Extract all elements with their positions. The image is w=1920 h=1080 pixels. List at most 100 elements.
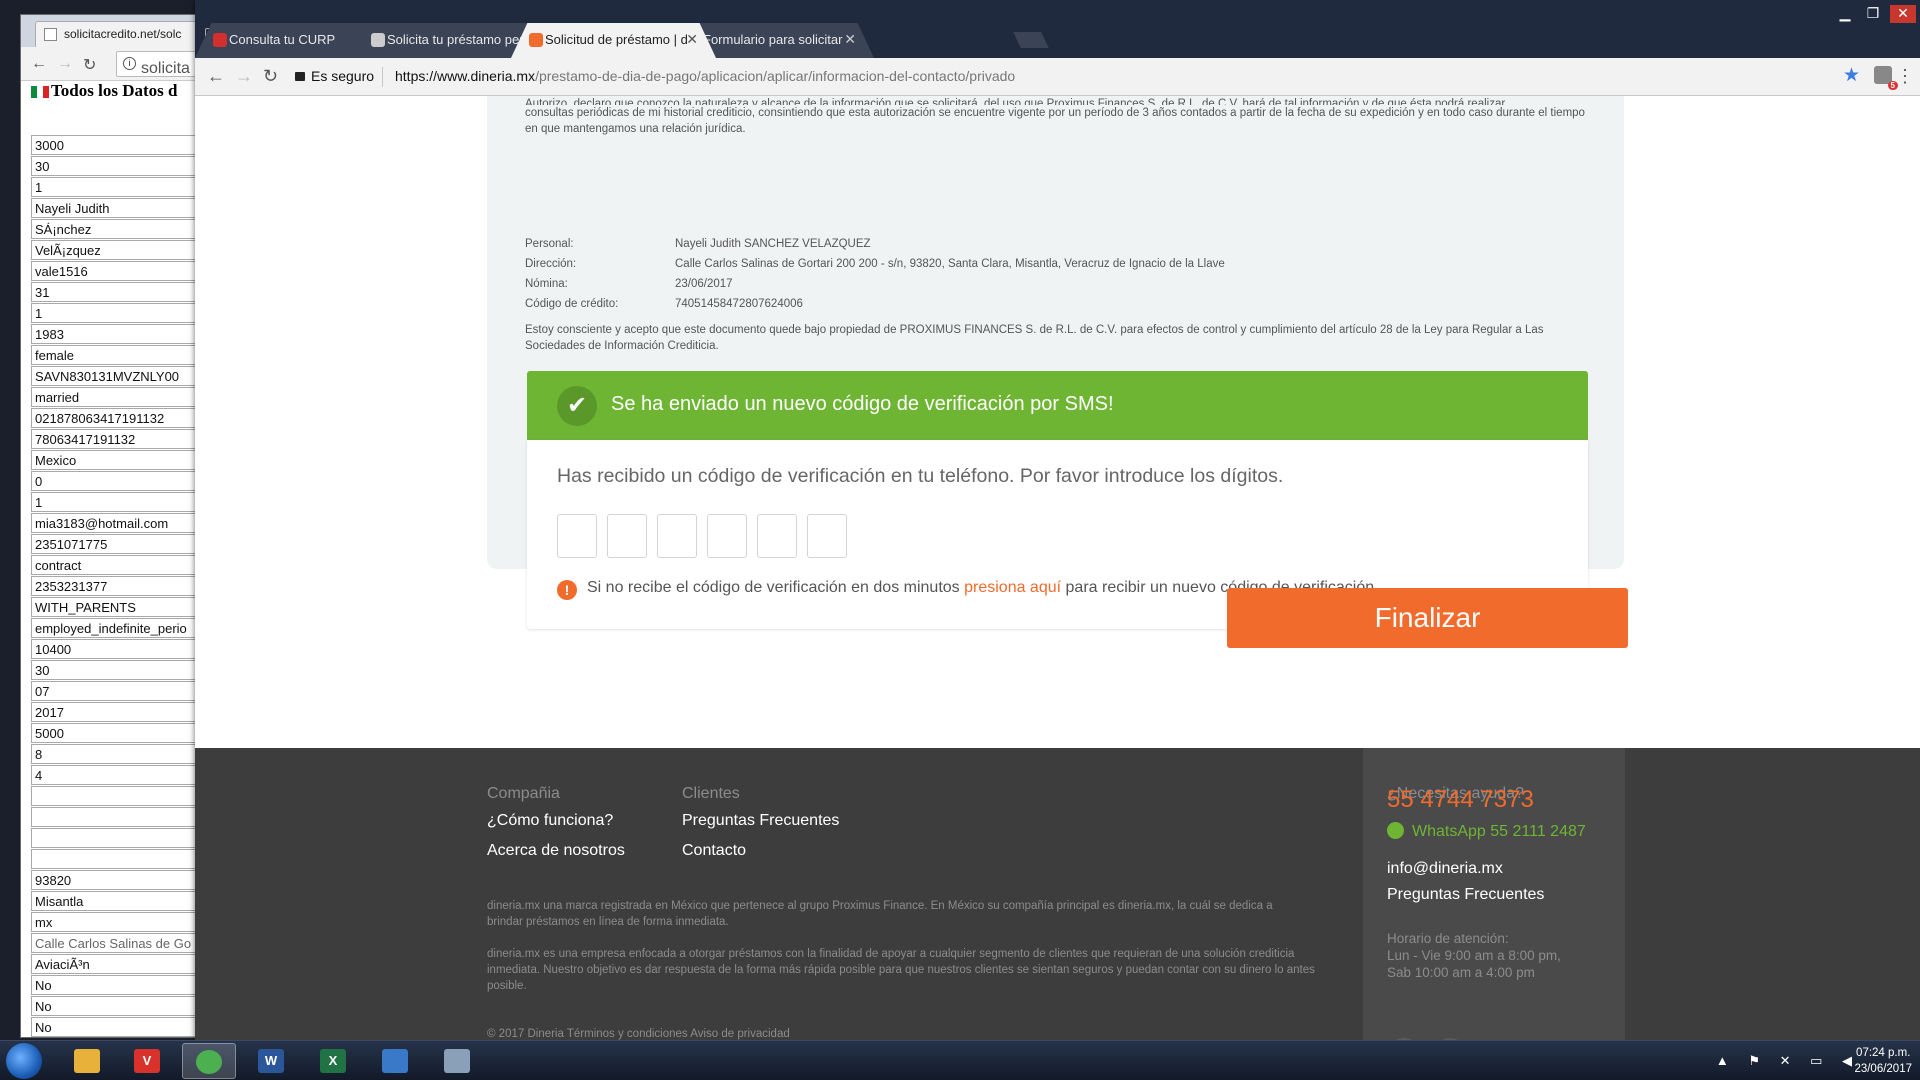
- code-digit-1[interactable]: [557, 514, 597, 558]
- back-icon[interactable]: ←: [207, 66, 225, 87]
- bg-field[interactable]: mia3183@hotmail.com: [31, 513, 199, 533]
- bg-field[interactable]: SÁ¡nchez: [31, 219, 199, 239]
- code-digit-3[interactable]: [657, 514, 697, 558]
- bg-address-bar[interactable]: i solicita: [116, 51, 199, 77]
- footer-about-paragraph: dineria.mx una marca registrada en Méxic…: [487, 900, 1273, 928]
- excel-taskbar-button[interactable]: X: [306, 1043, 360, 1079]
- bg-field[interactable]: 1: [31, 177, 199, 197]
- bg-field[interactable]: No: [31, 975, 199, 995]
- bg-field[interactable]: 10400: [31, 639, 199, 659]
- bg-field[interactable]: 30: [31, 156, 199, 176]
- faq-link[interactable]: Preguntas Frecuentes: [682, 812, 839, 830]
- bg-field[interactable]: Nayeli Judith: [31, 198, 199, 218]
- bg-field[interactable]: AviaciÃ³n: [31, 954, 199, 974]
- info-icon: i: [123, 57, 136, 70]
- bg-field[interactable]: 1983: [31, 324, 199, 344]
- bg-field[interactable]: married: [31, 387, 199, 407]
- bg-field[interactable]: 5000: [31, 723, 199, 743]
- bg-field[interactable]: 78063417191132: [31, 429, 199, 449]
- paint-taskbar-button[interactable]: [430, 1043, 484, 1079]
- bg-field[interactable]: 93820: [31, 870, 199, 890]
- bg-field[interactable]: Mexico: [31, 450, 199, 470]
- bg-field[interactable]: 07: [31, 681, 199, 701]
- code-digit-2[interactable]: [607, 514, 647, 558]
- bg-tab[interactable]: solicitacredito.net/solc: [35, 21, 199, 47]
- word-icon: W: [258, 1049, 284, 1073]
- contact-link[interactable]: Contacto: [682, 842, 746, 860]
- extension-icon[interactable]: 5: [1874, 66, 1898, 90]
- bg-field[interactable]: [31, 807, 199, 827]
- bg-field[interactable]: [31, 786, 199, 806]
- footer-mission-paragraph: dineria.mx es una empresa enfocada a oto…: [487, 948, 1315, 992]
- minimize-button[interactable]: ▁: [1832, 5, 1858, 23]
- bg-field[interactable]: [31, 849, 199, 869]
- bg-field[interactable]: 31: [31, 282, 199, 302]
- bg-field[interactable]: Calle Carlos Salinas de Go: [31, 933, 199, 953]
- security-indicator[interactable]: Es seguro: [295, 68, 374, 84]
- bg-field[interactable]: No: [31, 1017, 199, 1037]
- email-link[interactable]: info@dineria.mx: [1387, 860, 1503, 878]
- bg-field[interactable]: female: [31, 345, 199, 365]
- vivaldi-icon: V: [134, 1049, 160, 1073]
- reload-icon[interactable]: ↻: [263, 66, 278, 87]
- word-taskbar-button[interactable]: W: [244, 1043, 298, 1079]
- forward-icon[interactable]: →: [57, 55, 73, 73]
- how-it-works-link[interactable]: ¿Cómo funciona?: [487, 812, 613, 830]
- help-faq-link[interactable]: Preguntas Frecuentes: [1387, 886, 1544, 904]
- title-bar: Consulta tu CURP ✕ Solicita tu préstamo pe…: [195, 0, 1920, 58]
- maximize-button[interactable]: ❐: [1860, 5, 1886, 23]
- bg-field[interactable]: SAVN830131MVZNLY00: [31, 366, 199, 386]
- sms-sent-banner: ✔ Se ha enviado un nuevo código de verif…: [527, 371, 1588, 440]
- bg-field[interactable]: Misantla: [31, 891, 199, 911]
- start-button[interactable]: [6, 1043, 42, 1079]
- bg-field[interactable]: 2351071775: [31, 534, 199, 554]
- bg-field[interactable]: VelÃ¡zquez: [31, 240, 199, 260]
- whatsapp-link[interactable]: WhatsApp 55 2111 2487: [1387, 822, 1586, 841]
- bg-field[interactable]: employed_indefinite_perio: [31, 618, 199, 638]
- resend-code-link[interactable]: presiona aquí: [964, 579, 1061, 596]
- bg-field[interactable]: 1: [31, 492, 199, 512]
- about-us-link[interactable]: Acerca de nosotros: [487, 842, 625, 860]
- reload-icon[interactable]: ↻: [83, 55, 96, 75]
- code-digit-4[interactable]: [707, 514, 747, 558]
- menu-icon[interactable]: ⋮: [1896, 66, 1914, 87]
- system-tray[interactable]: ▲ ⚑ ✕ ▭ ◀: [1716, 1053, 1860, 1069]
- close-tab-icon[interactable]: ✕: [844, 31, 856, 48]
- finalize-button[interactable]: Finalizar: [1227, 588, 1628, 648]
- background-browser-window[interactable]: solicitacredito.net/solc ← → ↻ i solicit…: [20, 14, 200, 1038]
- bg-field[interactable]: 8: [31, 744, 199, 764]
- bg-field[interactable]: 30: [31, 660, 199, 680]
- bg-field[interactable]: 3000: [31, 135, 199, 155]
- phone-number[interactable]: 55 4744 7373: [1387, 786, 1534, 814]
- bg-field[interactable]: mx: [31, 912, 199, 932]
- media-taskbar-button[interactable]: [368, 1043, 422, 1079]
- back-icon[interactable]: ←: [31, 55, 47, 73]
- code-digit-6[interactable]: [807, 514, 847, 558]
- address-bar[interactable]: https://www.dineria.mx/prestamo-de-dia-d…: [395, 68, 1015, 84]
- close-window-button[interactable]: ✕: [1890, 5, 1916, 23]
- bg-field[interactable]: 1: [31, 303, 199, 323]
- page-content: Autorizo, declaro que conozco la natural…: [195, 96, 1920, 1040]
- explorer-taskbar-button[interactable]: [60, 1043, 114, 1079]
- close-tab-icon[interactable]: ✕: [686, 31, 698, 48]
- vivaldi-taskbar-button[interactable]: V: [120, 1043, 174, 1079]
- chrome-taskbar-button[interactable]: [182, 1043, 236, 1079]
- bg-field[interactable]: contract: [31, 555, 199, 575]
- tab-title: Consulta tu CURP: [229, 32, 336, 47]
- bg-field[interactable]: 2017: [31, 702, 199, 722]
- browser-tab[interactable]: Solicitud de préstamo | d ✕: [511, 23, 716, 58]
- bg-field[interactable]: vale1516: [31, 261, 199, 281]
- bg-field[interactable]: No: [31, 996, 199, 1016]
- bg-field[interactable]: WITH_PARENTS: [31, 597, 199, 617]
- bg-toolbar: ← → ↻ i solicita: [21, 47, 199, 81]
- new-tab-button[interactable]: [1013, 32, 1049, 48]
- bg-field[interactable]: 021878063417191132: [31, 408, 199, 428]
- bg-field[interactable]: [31, 828, 199, 848]
- code-digit-5[interactable]: [757, 514, 797, 558]
- clock[interactable]: 07:24 p.m. 23/06/2017: [1854, 1045, 1912, 1077]
- bg-field[interactable]: 2353231377: [31, 576, 199, 596]
- forward-icon[interactable]: →: [235, 66, 253, 87]
- bg-field[interactable]: 4: [31, 765, 199, 785]
- bookmark-star-icon[interactable]: ★: [1843, 64, 1860, 87]
- bg-field[interactable]: 0: [31, 471, 199, 491]
